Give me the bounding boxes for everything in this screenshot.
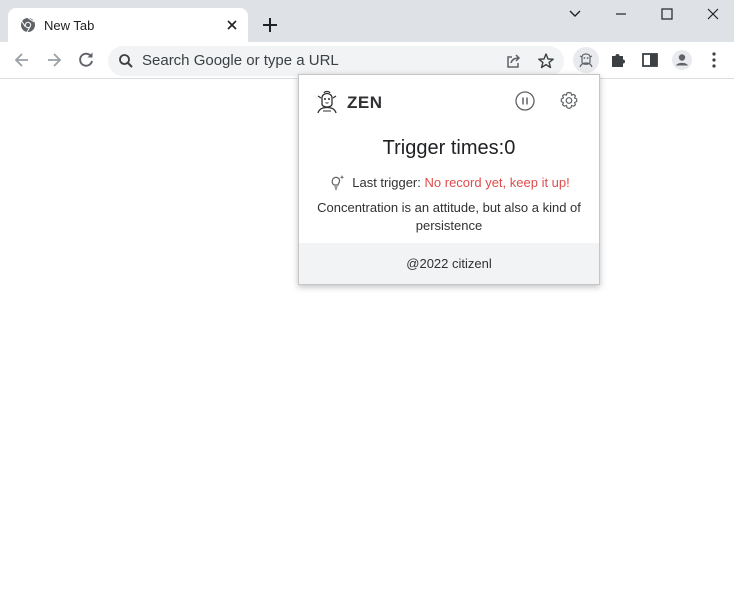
puzzle-icon[interactable] — [607, 49, 629, 71]
kebab-menu-icon[interactable] — [703, 49, 725, 71]
zen-extension-button[interactable] — [573, 47, 599, 73]
omnibox-placeholder: Search Google or type a URL — [142, 52, 339, 69]
motivational-quote: Concentration is an attitude, but also a… — [317, 200, 581, 233]
share-icon[interactable] — [505, 52, 523, 70]
maximize-icon[interactable] — [655, 4, 679, 24]
trigger-times: Trigger times:0 — [299, 137, 599, 160]
popup-title: ZEN — [347, 93, 383, 112]
back-icon[interactable] — [11, 49, 33, 71]
gear-icon[interactable] — [558, 90, 580, 112]
close-icon[interactable] — [701, 4, 725, 24]
omnibox[interactable]: Search Google or type a URL — [108, 46, 564, 76]
close-tab-icon[interactable] — [224, 17, 240, 33]
lightbulb-icon — [331, 175, 345, 190]
zen-popup: ZEN Trigger times:0 Last trigger: No rec… — [298, 74, 600, 285]
last-trigger-value: No record yet, keep it up! — [424, 175, 570, 190]
chrome-icon — [21, 17, 35, 33]
tab-strip: New Tab — [0, 0, 734, 42]
profile-icon[interactable] — [671, 49, 693, 71]
footer-copyright: @2022 citizenl — [406, 256, 492, 271]
trigger-count: 0 — [504, 137, 516, 159]
reload-icon[interactable] — [75, 49, 97, 71]
star-icon[interactable] — [537, 52, 555, 70]
tab-title: New Tab — [44, 18, 95, 33]
forward-icon[interactable] — [43, 49, 65, 71]
plus-icon[interactable] — [260, 15, 280, 35]
pause-icon[interactable] — [514, 90, 536, 112]
zen-logo-icon — [317, 90, 337, 114]
zen-extension-icon — [579, 53, 593, 68]
popup-footer: @2022 citizenl — [299, 243, 599, 284]
last-trigger-row: Last trigger: No record yet, keep it up! — [299, 173, 599, 191]
minimize-icon[interactable] — [609, 4, 633, 24]
tab-new-tab[interactable]: New Tab — [8, 8, 248, 42]
chevron-down-icon[interactable] — [563, 4, 587, 24]
side-panel-icon[interactable] — [639, 49, 661, 71]
last-trigger-label: Last trigger: — [352, 175, 421, 190]
search-icon — [119, 54, 133, 68]
trigger-label: Trigger times: — [382, 137, 505, 159]
